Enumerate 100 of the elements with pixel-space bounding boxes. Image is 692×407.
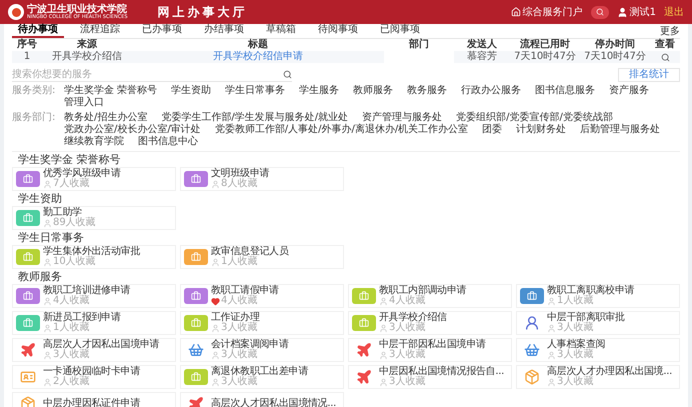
favorite-count: 3人收藏	[221, 323, 258, 333]
favorite-count: 7人收藏	[53, 179, 90, 189]
column-header: 发送人	[466, 39, 498, 50]
filter-option[interactable]: 图书信息服务	[535, 85, 596, 97]
tab[interactable]: 已办事项	[136, 23, 188, 38]
service-name: 工作证办理	[211, 313, 260, 323]
favorite-count: 3人收藏	[389, 323, 426, 333]
filter-option[interactable]: 党委学生工作部/学生发展与服务处/就业处	[161, 112, 348, 124]
service-card[interactable]: 中层办理因私证件申请	[12, 392, 176, 407]
service-card[interactable]: 教职工离职离校申请 1人收藏	[516, 284, 680, 308]
portal-link[interactable]: 综合服务门户	[510, 4, 583, 20]
tab[interactable]: 草稿箱	[260, 23, 302, 38]
more-link[interactable]: 更多	[660, 25, 680, 38]
service-name: 中层干部离职审批	[547, 313, 625, 323]
tab[interactable]: 待阅事项	[312, 23, 364, 38]
ranking-button[interactable]: 排名统计	[618, 68, 680, 82]
column-header: 标题	[246, 39, 269, 50]
tab[interactable]: 已阅事项	[374, 23, 426, 38]
filter-option[interactable]: 党委组织部/党委宣传部/党委统战部	[456, 112, 613, 124]
service-card[interactable]: 会计档案调阅申请 3人收藏	[180, 338, 344, 362]
service-name: 中层办理因私证件申请	[43, 399, 140, 407]
filter-option[interactable]: 继续教育学院	[64, 136, 124, 148]
favorite-count: 3人收藏	[557, 323, 594, 333]
section-title: 学生奖学金 荣誉称号	[18, 153, 122, 167]
service-card[interactable]: 学生集体外出活动审批 10人收藏	[12, 245, 176, 269]
service-card[interactable]: 开具学校介绍信 3人收藏	[348, 311, 512, 335]
filter-label: 服务类别:	[12, 85, 56, 98]
filter-option[interactable]: 团委	[482, 124, 502, 136]
service-card[interactable]: 教职工请假申请 4人收藏	[180, 284, 344, 308]
service-name: 开具学校介绍信	[379, 313, 447, 323]
service-name: 会计档案调阅申请	[211, 340, 289, 350]
filter-option[interactable]: 教务处/招生办公室	[64, 112, 148, 124]
filter-option[interactable]: 计划财务处	[516, 124, 566, 136]
filter-option[interactable]: 学生服务	[299, 85, 340, 97]
service-name: 高层次人才因私出国境申请	[43, 340, 160, 350]
section-title: 学生资助	[18, 192, 63, 206]
service-card[interactable]: 新进员工报到申请 1人收藏	[12, 311, 176, 335]
service-card[interactable]: 人事档案查阅 3人收藏	[516, 338, 680, 362]
service-name: 教职工培训进修申请	[43, 286, 130, 296]
service-card[interactable]: 优秀学风班级申请 7人收藏	[12, 167, 176, 191]
service-card[interactable]: 中层干部因私出国境申请 3人收藏	[348, 338, 512, 362]
tab[interactable]: 办结事项	[198, 23, 250, 38]
favorite-count: 1人收藏	[53, 323, 90, 333]
filter-option[interactable]: 党政办公室/校长办公室/审计处	[64, 124, 201, 136]
filter-option[interactable]: 教务服务	[407, 85, 448, 97]
service-name: 教职工请假申请	[211, 286, 279, 296]
logout-link[interactable]: 退出	[664, 4, 684, 20]
favorite-count: 3人收藏	[389, 350, 426, 360]
service-name: 文明班级申请	[211, 169, 270, 179]
service-name: 高层次人才办理因私出国境...	[547, 367, 672, 377]
filter-option[interactable]: 学生日常事务	[225, 85, 286, 97]
favorite-count: 1人收藏	[557, 296, 594, 306]
search-field[interactable]: 搜索你想要的服务	[12, 66, 283, 82]
table-cell: 开具学校介绍信	[42, 51, 132, 63]
tab[interactable]: 待办事项	[12, 23, 64, 38]
service-card[interactable]: 中层因私出国境情况报告自... 3人收藏	[348, 365, 512, 389]
favorite-count: 2人收藏	[53, 377, 90, 387]
service-card[interactable]: 工作证办理 3人收藏	[180, 311, 344, 335]
filter-option[interactable]: 资产管理与服务处	[362, 112, 442, 124]
service-card[interactable]: 中层干部离职审批 3人收藏	[516, 311, 680, 335]
favorite-count: 1人收藏	[221, 257, 258, 267]
service-name: 新进员工报到申请	[43, 313, 121, 323]
school-logo-icon	[8, 4, 24, 20]
filter-option[interactable]: 党委教师工作部/人事处/外事办/离退休办/机关工作办公室	[214, 124, 468, 136]
favorite-count: 89人收藏	[53, 218, 96, 228]
view-icon[interactable]	[660, 52, 670, 62]
column-header: 部门	[408, 39, 430, 51]
search-button[interactable]	[590, 6, 609, 18]
service-name: 离退休教职工出差申请	[211, 367, 308, 377]
service-card[interactable]: 高层次人才因私出国境申请 3人收藏	[12, 338, 176, 362]
favorite-count: 3人收藏	[389, 377, 426, 387]
service-card[interactable]: 政审信息登记人员 1人收藏	[180, 245, 344, 269]
favorite-count: 10人收藏	[53, 257, 96, 267]
filter-option[interactable]: 图书信息中心	[138, 136, 198, 148]
filter-option[interactable]: 学生奖学金 荣誉称号	[64, 85, 158, 97]
service-name: 教职工内部调动申请	[379, 286, 466, 296]
service-card[interactable]: 文明班级申请 8人收藏	[180, 167, 344, 191]
filter-option[interactable]: 学生资助	[171, 85, 212, 97]
service-card[interactable]: 教职工培训进修申请 4人收藏	[12, 284, 176, 308]
service-name: 教职工离职离校申请	[547, 286, 634, 296]
favorite-count: 3人收藏	[557, 350, 594, 360]
service-card[interactable]: 勤工助学 89人收藏	[12, 206, 176, 230]
filter-option[interactable]: 行政办公服务	[461, 85, 522, 97]
service-name: 勤工助学	[43, 208, 82, 218]
tab[interactable]: 流程追踪	[74, 23, 126, 38]
task-title-link[interactable]: 开具学校介绍信申请	[132, 51, 384, 63]
table-cell: 7天10时47分	[580, 51, 650, 63]
site-title: 网上办事大厅	[158, 4, 248, 21]
column-header: 序号	[16, 39, 38, 51]
user-name: 测试1	[630, 6, 656, 20]
service-card[interactable]: 一卡通校园临时卡申请 2人收藏	[12, 365, 176, 389]
section-title: 教师服务	[18, 270, 63, 284]
service-card[interactable]: 教职工内部调动申请 4人收藏	[348, 284, 512, 308]
service-card[interactable]: 高层次人才办理因私出国境... 3人收藏	[516, 365, 680, 389]
filter-label: 服务部门:	[12, 112, 56, 125]
filter-option[interactable]: 资产服务	[609, 85, 650, 97]
filter-option[interactable]: 教师服务	[353, 85, 394, 97]
service-card[interactable]: 离退休教职工出差申请 3人收藏	[180, 365, 344, 389]
filter-option[interactable]: 管理入口	[64, 97, 104, 109]
filter-option[interactable]: 后勤管理与服务处	[580, 124, 660, 136]
